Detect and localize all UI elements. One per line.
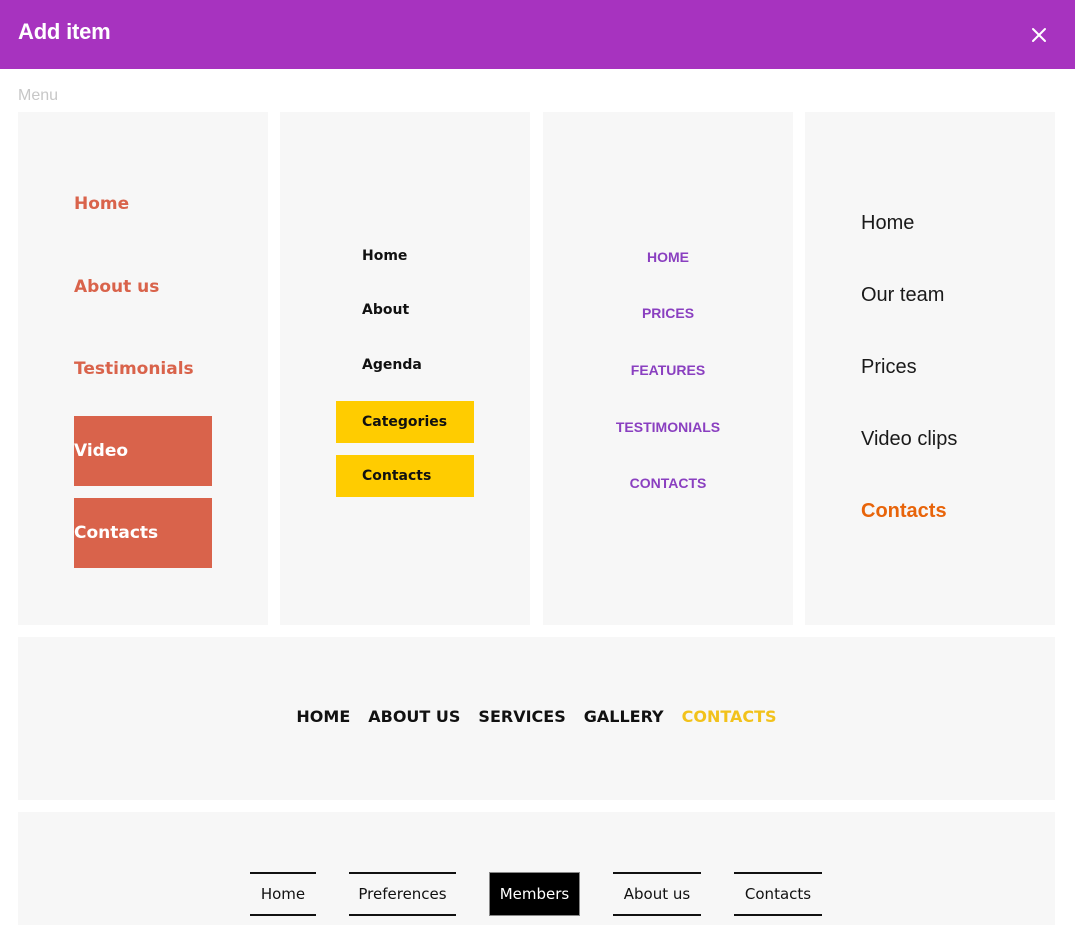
- dialog-title: Add item: [18, 19, 111, 44]
- menu-link: Video clips: [861, 428, 958, 450]
- dialog-header: Add item: [0, 0, 1075, 69]
- horizontal-nav: HOME ABOUT US SERVICES GALLERY CONTACTS: [18, 707, 1055, 726]
- menu-link: About us: [74, 277, 160, 297]
- menu-template-3[interactable]: HOME PRICES FEATURES TESTIMONIALS CONTAC…: [543, 112, 793, 625]
- menu-link: Our team: [861, 284, 945, 306]
- menu-button: Contacts: [74, 498, 212, 568]
- menu-link: Contacts: [734, 872, 822, 916]
- menu-link: About: [362, 302, 410, 318]
- menu-template-6[interactable]: Home Preferences Members About us Contac…: [18, 812, 1055, 925]
- close-icon: [1032, 28, 1046, 42]
- menu-link: ABOUT US: [368, 707, 461, 726]
- menu-template-5[interactable]: HOME ABOUT US SERVICES GALLERY CONTACTS: [18, 637, 1055, 800]
- menu-link-active: CONTACTS: [681, 707, 777, 726]
- menu-link: HOME: [296, 707, 351, 726]
- menu-link: Agenda: [362, 357, 422, 373]
- menu-link: HOME: [647, 249, 689, 265]
- menu-link: GALLERY: [583, 707, 664, 726]
- menu-link-active: Members: [489, 872, 580, 916]
- close-button[interactable]: [1024, 20, 1054, 50]
- menu-link: Home: [250, 872, 316, 916]
- menu-link: CONTACTS: [629, 475, 707, 491]
- menu-link: Home: [74, 194, 130, 214]
- section-label: Menu: [18, 87, 59, 104]
- menu-button: Categories: [336, 401, 474, 443]
- menu-template-2[interactable]: Home About Agenda Categories Contacts: [280, 112, 530, 625]
- menu-button: Contacts: [336, 455, 474, 497]
- menu-link: About us: [613, 872, 701, 916]
- menu-template-4[interactable]: Home Our team Prices Video clips Contact…: [805, 112, 1055, 625]
- menu-link: Home: [362, 248, 408, 264]
- menu-link: PRICES: [641, 305, 695, 321]
- menu-link: FEATURES: [630, 362, 706, 378]
- menu-link: SERVICES: [478, 707, 566, 726]
- menu-link: TESTIMONIALS: [615, 419, 721, 435]
- menu-button: Video: [74, 416, 212, 486]
- menu-template-1[interactable]: Home About us Testimonials Video Contact…: [18, 112, 268, 625]
- menu-link: Preferences: [349, 872, 456, 916]
- menu-link: Prices: [861, 356, 917, 378]
- menu-link: Home: [861, 212, 915, 234]
- menu-link: Testimonials: [74, 359, 194, 379]
- menu-link-active: Contacts: [861, 500, 947, 522]
